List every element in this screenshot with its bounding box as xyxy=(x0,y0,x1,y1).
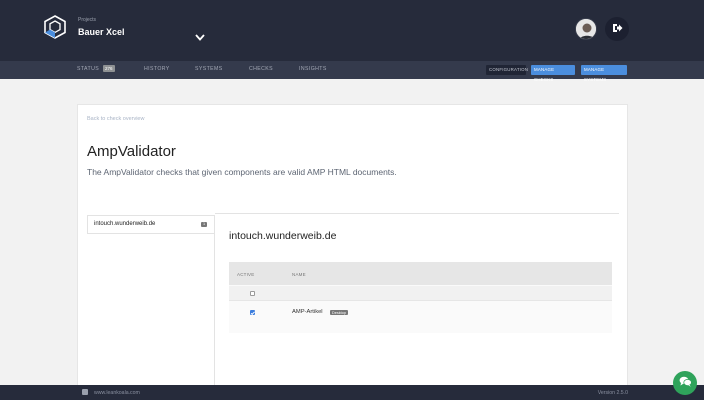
manage-systems-button[interactable]: MANAGE SYSTEMS xyxy=(581,65,627,82)
section-title: intouch.wunderweib.de xyxy=(229,230,337,242)
content-card: Back to check overview AmpValidator The … xyxy=(77,104,628,390)
leankoala-logo-icon[interactable] xyxy=(42,14,68,40)
project-name[interactable]: Bauer Xcel xyxy=(78,27,125,37)
chat-button[interactable] xyxy=(673,371,697,395)
sidebar-item-system[interactable]: intouch.wunderweib.de 1 xyxy=(87,215,215,234)
active-checkbox[interactable] xyxy=(250,310,255,315)
table-row xyxy=(229,286,612,300)
nav-systems[interactable]: SYSTEMS xyxy=(195,66,223,72)
components-table: ACTIVE NAME AMP-Artikel Desktop xyxy=(229,262,612,333)
footer-version: Version 2.5.0 xyxy=(597,390,628,396)
system-sidebar: intouch.wunderweib.de 1 xyxy=(87,215,215,390)
page-title: AmpValidator xyxy=(87,143,176,160)
back-to-overview-link[interactable]: Back to check overview xyxy=(87,116,144,122)
user-avatar[interactable] xyxy=(575,18,597,40)
projects-caption: Projects xyxy=(78,17,97,23)
logout-icon xyxy=(612,20,623,38)
chat-bubble-icon xyxy=(679,374,692,392)
component-name: AMP-Artikel xyxy=(292,309,323,315)
nav-checks[interactable]: CHECKS xyxy=(249,66,273,72)
nav-history[interactable]: HISTORY xyxy=(144,66,170,72)
active-checkbox[interactable] xyxy=(250,291,255,296)
page-description: The AmpValidator checks that given compo… xyxy=(87,167,397,177)
logout-button[interactable] xyxy=(605,17,629,41)
facebook-icon[interactable] xyxy=(82,389,88,395)
manage-checks-button[interactable]: MANAGE CHECKS xyxy=(531,65,575,82)
sidebar-item-count: 1 xyxy=(201,222,207,227)
chevron-down-icon[interactable] xyxy=(194,29,206,41)
table-header: ACTIVE NAME xyxy=(229,262,612,285)
component-tag: Desktop xyxy=(330,310,348,315)
footer-url[interactable]: www.leankoala.com xyxy=(94,390,140,396)
footer: www.leankoala.com Version 2.5.0 xyxy=(0,385,704,400)
top-header: Projects Bauer Xcel xyxy=(0,0,704,61)
nav-insights[interactable]: INSIGHTS xyxy=(299,66,327,72)
status-badge: 276 xyxy=(103,65,115,72)
nav-status[interactable]: STATUS xyxy=(77,66,99,72)
sidebar-item-label: intouch.wunderweib.de xyxy=(94,221,156,227)
divider xyxy=(215,213,619,214)
column-header-active: ACTIVE xyxy=(237,272,255,277)
column-header-name: NAME xyxy=(292,272,306,277)
configuration-button[interactable]: CONFIGURATION xyxy=(486,65,528,75)
main-nav: STATUS 276 HISTORY SYSTEMS CHECKS INSIGH… xyxy=(0,61,704,82)
table-row: AMP-Artikel Desktop xyxy=(229,300,612,333)
